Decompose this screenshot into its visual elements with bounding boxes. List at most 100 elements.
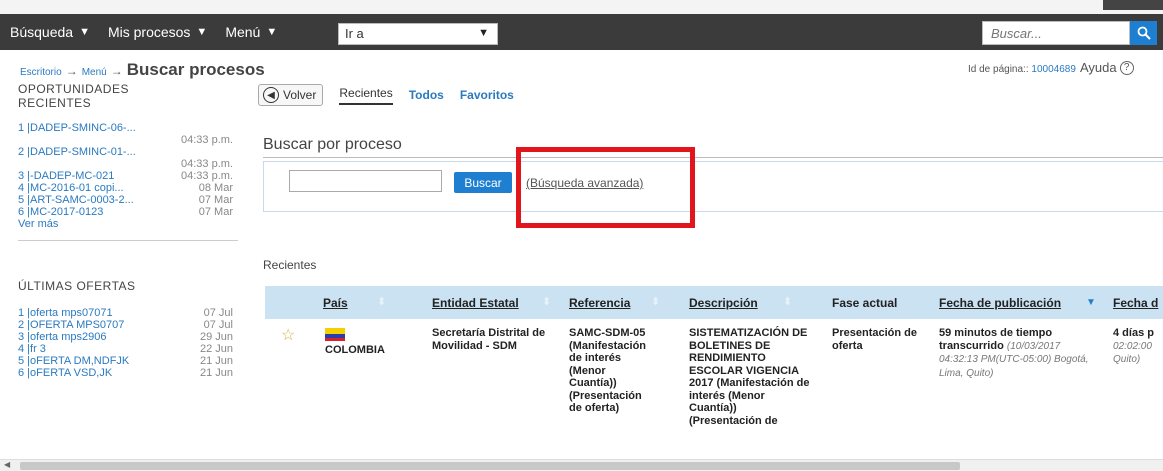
breadcrumb: Escritorio → Menú → Buscar procesos <box>20 60 265 80</box>
navbar: Búsqueda ▼ Mis procesos ▼ Menú ▼ Ir a ▼ <box>0 14 1163 50</box>
col-referencia[interactable]: Referencia <box>569 296 630 310</box>
sort-icon: ⬍ <box>783 296 793 308</box>
opportunity-label: 3 |-DADEP-MC-021 <box>18 170 115 182</box>
list-item[interactable]: 2 |DADEP-SMINC-01-... 04:33 p.m. <box>18 146 233 170</box>
arrow-left-icon: ◀ <box>263 87 279 103</box>
col-entidad[interactable]: Entidad Estatal <box>432 296 519 310</box>
sidebar-divider <box>18 240 238 241</box>
nav-menu[interactable]: Menú ▼ <box>225 24 277 40</box>
tab-recientes[interactable]: Recientes <box>339 86 393 105</box>
breadcrumb-menu[interactable]: Menú <box>82 67 107 78</box>
opportunity-label: 6 |MC-2017-0123 <box>18 206 104 218</box>
offer-label: 2 |OFERTA MPS0707 <box>18 319 125 331</box>
sort-icon: ⬍ <box>651 296 661 308</box>
process-search-input[interactable] <box>289 170 442 192</box>
horizontal-scrollbar[interactable]: ◀ <box>0 459 1163 471</box>
favorite-star-icon[interactable]: ☆ <box>281 325 295 345</box>
opportunities-list: 1 |DADEP-SMINC-06-... 04:33 p.m. 2 |DADE… <box>18 122 238 218</box>
scroll-left-icon[interactable]: ◀ <box>4 460 10 469</box>
back-button-label: Volver <box>283 88 317 102</box>
goto-select-value: Ir a <box>345 26 364 41</box>
offer-label: 6 |oFERTA VSD,JK <box>18 367 113 379</box>
back-button[interactable]: ◀ Volver <box>258 84 324 106</box>
section-divider <box>263 157 1163 158</box>
caret-down-icon: ▼ <box>196 26 208 38</box>
table-header: País ⬍ Entidad Estatal ⬍ Referencia ⬍ De… <box>265 286 1163 319</box>
opportunities-heading: OPORTUNIDADES RECIENTES <box>18 82 129 110</box>
offer-date: 07 Jul <box>203 307 233 319</box>
breadcrumb-escritorio[interactable]: Escritorio <box>20 67 62 78</box>
cell-next-date-detail: 02:02:00 Quito) <box>1113 340 1152 366</box>
list-item[interactable]: 3 |-DADEP-MC-021 04:33 p.m. <box>18 170 233 182</box>
sort-icon: ⬍ <box>542 296 552 308</box>
list-item[interactable]: 6 |oFERTA VSD,JK 21 Jun <box>18 367 233 379</box>
colombia-flag-icon <box>325 328 345 341</box>
list-item[interactable]: 6 |MC-2017-0123 07 Mar <box>18 206 233 218</box>
page-id-value: 10004689 <box>1031 64 1076 75</box>
offer-date: 21 Jun <box>199 355 233 367</box>
cell-description: SISTEMATIZACIÓN DE BOLETINES DE RENDIMIE… <box>689 327 810 427</box>
help-link[interactable]: Ayuda ? <box>1080 60 1134 75</box>
list-item[interactable]: 3 |oferta mps2906 29 Jun <box>18 331 233 343</box>
see-more-link[interactable]: Ver más <box>18 218 238 230</box>
sort-down-icon: ▼ <box>1086 297 1096 308</box>
cell-phase: Presentación de oferta <box>832 327 917 352</box>
offer-date: 22 Jun <box>199 343 233 355</box>
process-search-button[interactable]: Buscar <box>454 172 512 193</box>
opportunity-label: 2 |DADEP-SMINC-01-... <box>18 146 136 158</box>
sort-icon: ⬍ <box>377 296 387 308</box>
page-title: Buscar procesos <box>126 60 265 79</box>
caret-down-icon: ▼ <box>266 26 278 38</box>
offer-label: 1 |oferta mps07071 <box>18 307 113 319</box>
breadcrumb-separator: → <box>65 64 78 78</box>
table-row[interactable]: ☆ COLOMBIA Secretaría Distrital de Movil… <box>265 319 1163 464</box>
col-fecha-publicacion[interactable]: Fecha de publicación <box>939 296 1061 310</box>
search-icon <box>1137 26 1151 40</box>
nav-mis-procesos-label: Mis procesos <box>107 24 191 40</box>
nav-mis-procesos[interactable]: Mis procesos ▼ <box>108 24 207 40</box>
offer-date: 21 Jun <box>199 367 233 379</box>
list-item[interactable]: 4 |fr 3 22 Jun <box>18 343 233 355</box>
global-search-button[interactable] <box>1130 21 1157 45</box>
top-strip <box>0 0 1163 14</box>
offer-label: 5 |oFERTA DM,NDFJK <box>18 355 130 367</box>
global-search-input[interactable] <box>982 21 1130 45</box>
opportunity-date: 04:33 p.m. <box>181 134 233 146</box>
list-item[interactable]: 1 |oferta mps07071 07 Jul <box>18 307 233 319</box>
goto-select[interactable]: Ir a ▼ <box>338 23 498 45</box>
caret-down-icon: ▼ <box>478 27 489 39</box>
offer-label: 4 |fr 3 <box>18 343 46 355</box>
list-item[interactable]: 5 |oFERTA DM,NDFJK 21 Jun <box>18 355 233 367</box>
nav-busqueda[interactable]: Búsqueda ▼ <box>10 24 90 40</box>
top-strip-dark <box>1103 0 1163 10</box>
offer-date: 07 Jul <box>203 319 233 331</box>
offer-date: 29 Jun <box>199 331 233 343</box>
help-label: Ayuda <box>1080 60 1117 75</box>
global-search <box>982 21 1157 45</box>
cell-published: 59 minutos de tiempo transcurrido (10/03… <box>939 327 1099 380</box>
tab-favoritos[interactable]: Favoritos <box>460 88 514 102</box>
cell-next-date: 4 días p 02:02:00 Quito) <box>1113 327 1163 367</box>
breadcrumb-separator: → <box>110 64 123 78</box>
list-item[interactable]: 5 |ART-SAMC-0003-2... 07 Mar <box>18 194 233 206</box>
help-icon: ? <box>1119 60 1134 75</box>
caret-down-icon: ▼ <box>79 26 90 38</box>
nav-busqueda-label: Búsqueda <box>10 24 74 40</box>
col-descripcion[interactable]: Descripción <box>689 296 758 310</box>
opportunity-label: 1 |DADEP-SMINC-06-... <box>18 122 136 134</box>
col-pais[interactable]: País <box>323 296 348 310</box>
col-fecha-d[interactable]: Fecha d <box>1113 296 1158 310</box>
opportunity-date: 08 Mar <box>198 182 233 194</box>
col-fase: Fase actual <box>832 296 898 310</box>
offers-heading: ÚLTIMAS OFERTAS <box>18 279 136 293</box>
scrollbar-thumb[interactable] <box>20 462 960 470</box>
list-item[interactable]: 1 |DADEP-SMINC-06-... 04:33 p.m. <box>18 122 233 146</box>
opportunity-label: 4 |MC-2016-01 copi... <box>18 182 124 194</box>
list-item[interactable]: 4 |MC-2016-01 copi... 08 Mar <box>18 182 233 194</box>
list-item[interactable]: 2 |OFERTA MPS0707 07 Jul <box>18 319 233 331</box>
cell-reference[interactable]: SAMC-SDM-05 (Manifestación de interés (M… <box>569 327 655 415</box>
recent-label: Recientes <box>263 258 317 272</box>
tab-todos[interactable]: Todos <box>409 88 444 102</box>
opportunity-date: 07 Mar <box>198 194 233 206</box>
opportunity-date: 07 Mar <box>198 206 233 218</box>
